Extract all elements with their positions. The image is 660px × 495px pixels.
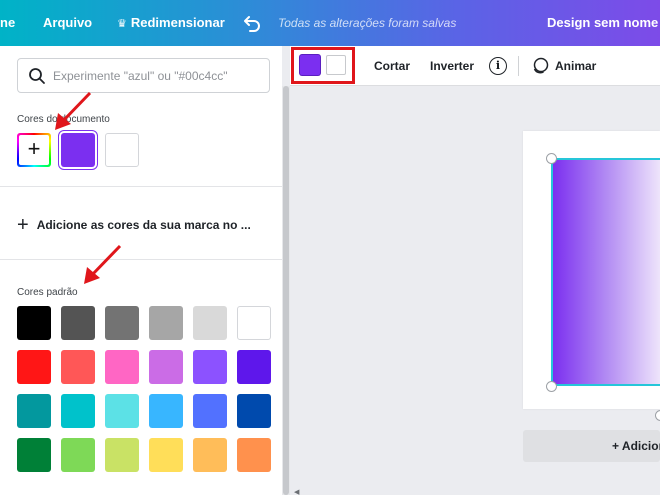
panel-scrollbar[interactable]	[282, 86, 290, 495]
info-icon[interactable]: i	[489, 57, 507, 75]
add-color-button[interactable]: +	[17, 133, 51, 167]
top-bar: ne Arquivo ♛ Redimensionar Todas as alter…	[0, 0, 660, 46]
default-color-swatch[interactable]	[17, 306, 51, 340]
flip-button[interactable]: Inverter	[430, 59, 474, 73]
design-title[interactable]: Design sem nome - L	[547, 15, 660, 30]
gradient-rectangle-element[interactable]	[551, 158, 660, 386]
search-input[interactable]	[53, 65, 263, 87]
default-color-swatch[interactable]	[237, 306, 271, 340]
default-color-swatch[interactable]	[237, 394, 271, 428]
default-color-swatch[interactable]	[149, 306, 183, 340]
divider	[0, 259, 282, 260]
menu-home-item[interactable]: ne	[0, 15, 15, 30]
resize-handle[interactable]	[546, 153, 557, 164]
default-color-swatch[interactable]	[237, 350, 271, 384]
divider	[0, 186, 282, 187]
default-color-swatch[interactable]	[149, 394, 183, 428]
add-brand-colors-button[interactable]: + Adicione as cores da sua marca no ...	[17, 212, 251, 236]
plus-icon: +	[19, 135, 49, 165]
default-color-swatch[interactable]	[237, 438, 271, 472]
save-status: Todas as alterações foram salvas	[278, 16, 457, 30]
crown-icon: ♛	[117, 18, 127, 30]
default-color-swatch[interactable]	[17, 350, 51, 384]
default-color-swatch[interactable]	[105, 350, 139, 384]
default-colors-heading: Cores padrão	[17, 287, 78, 298]
default-color-swatch[interactable]	[105, 438, 139, 472]
default-color-swatch[interactable]	[61, 438, 95, 472]
default-color-swatch[interactable]	[193, 438, 227, 472]
rotate-handle[interactable]	[655, 410, 660, 421]
default-color-swatch[interactable]	[17, 394, 51, 428]
toolbar-separator	[518, 56, 519, 76]
animate-button[interactable]: Animar	[555, 59, 596, 73]
crop-button[interactable]: Cortar	[374, 59, 410, 73]
undo-icon[interactable]	[244, 12, 262, 32]
document-color-swatch[interactable]	[61, 133, 95, 167]
resize-button[interactable]: ♛ Redimensionar	[117, 15, 225, 30]
file-menu[interactable]: Arquivo	[43, 15, 92, 30]
search-icon	[29, 68, 45, 84]
highlight-box	[291, 47, 355, 84]
add-page-button[interactable]: + Adicion	[523, 430, 660, 462]
document-color-swatch[interactable]	[105, 133, 139, 167]
plus-icon: +	[17, 214, 29, 236]
default-color-swatch[interactable]	[17, 438, 51, 472]
resize-label: Redimensionar	[130, 15, 225, 30]
default-color-swatch[interactable]	[61, 306, 95, 340]
default-color-swatch[interactable]	[105, 394, 139, 428]
animate-icon[interactable]	[531, 57, 549, 75]
default-color-swatch[interactable]	[105, 306, 139, 340]
default-color-swatch[interactable]	[193, 350, 227, 384]
scrollbar-thumb[interactable]	[283, 86, 289, 495]
color-search[interactable]	[17, 58, 270, 93]
bottom-scroll-strip	[290, 488, 660, 495]
default-color-swatch[interactable]	[149, 438, 183, 472]
default-color-swatch[interactable]	[61, 350, 95, 384]
default-color-swatch[interactable]	[61, 394, 95, 428]
document-colors-heading: Cores do documento	[17, 114, 110, 125]
default-color-swatch[interactable]	[193, 306, 227, 340]
brand-prompt-label: Adicione as cores da sua marca no ...	[36, 218, 251, 232]
default-color-swatch[interactable]	[149, 350, 183, 384]
default-color-swatch[interactable]	[193, 394, 227, 428]
scroll-left-icon[interactable]: ◀	[294, 488, 299, 495]
resize-handle[interactable]	[546, 381, 557, 392]
